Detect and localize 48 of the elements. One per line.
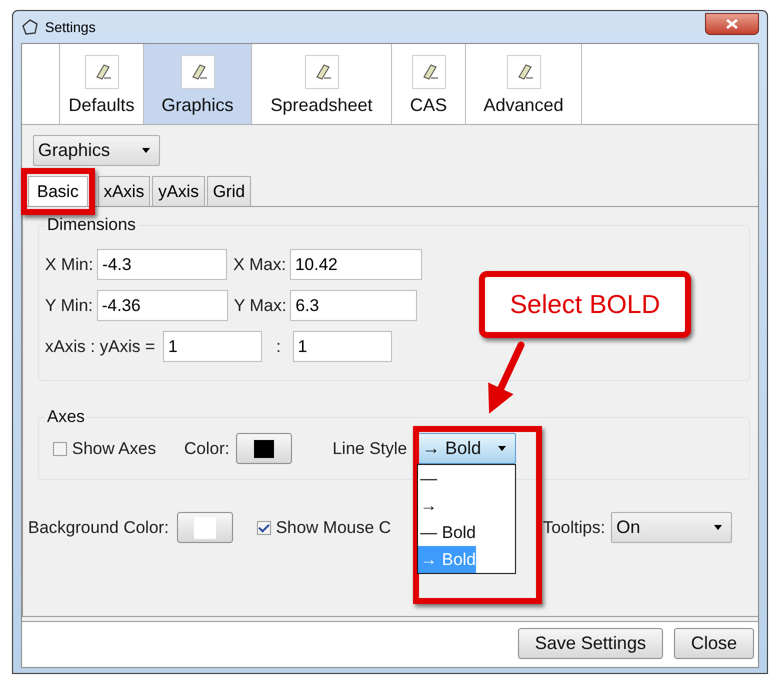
color-label: Color: — [184, 438, 230, 458]
close-button[interactable]: Close — [674, 628, 754, 659]
checkbox[interactable]: Show Axes — [53, 438, 156, 458]
group-title: Dimensions — [46, 215, 137, 235]
text-field[interactable]: -4.3 — [97, 249, 228, 280]
text-field[interactable]: -4.36 — [96, 290, 228, 321]
eraser-icon — [304, 55, 338, 89]
caret-icon — [141, 147, 151, 154]
text-field[interactable]: 6.3 — [290, 290, 418, 321]
field-label: X Min: — [45, 254, 94, 274]
color-button[interactable] — [236, 433, 292, 464]
close-icon — [726, 19, 738, 29]
callout-label: Select BOLD — [479, 271, 691, 338]
field-label: Y Min: — [45, 296, 93, 316]
tooltips-label: Tooltips: — [542, 518, 606, 538]
dropdown-option[interactable]: → — [418, 492, 438, 519]
close-button[interactable] — [705, 13, 759, 35]
eraser-icon — [506, 55, 540, 89]
tooltips-dropdown[interactable]: On — [611, 512, 732, 543]
eraser-icon — [84, 55, 118, 89]
caret-icon — [713, 524, 724, 531]
dropdown-option[interactable]: — Bold — [418, 519, 476, 546]
caret-icon — [497, 445, 508, 452]
field-label: xAxis : yAxis = — [45, 336, 156, 356]
checkbox[interactable]: Show Mouse C — [256, 518, 393, 538]
app-icon — [21, 18, 39, 36]
window-title: Settings — [45, 19, 96, 35]
subtab[interactable]: xAxis — [98, 176, 150, 206]
subtab[interactable]: Grid — [206, 176, 251, 206]
color-button[interactable] — [176, 512, 233, 543]
line-style-label: Line Style — [332, 438, 408, 458]
subtab[interactable]: Basic — [28, 176, 88, 206]
background-color-label: Background Color: — [28, 518, 169, 538]
eraser-icon — [180, 55, 214, 89]
field-label: Y Max: — [234, 296, 286, 316]
line-style-dropdown[interactable]: → Bold — [417, 433, 516, 464]
text-field[interactable]: 1 — [163, 331, 262, 362]
field-label: X Max: — [233, 254, 286, 274]
subtab[interactable]: yAxis — [152, 176, 205, 206]
text-field[interactable]: 10.42 — [290, 249, 422, 280]
save-button[interactable]: Save Settings — [518, 628, 663, 659]
field-label: : — [276, 336, 281, 356]
view-dropdown[interactable]: Graphics — [33, 135, 160, 166]
eraser-icon — [412, 55, 446, 89]
text-field[interactable]: 1 — [292, 331, 392, 362]
dropdown-option[interactable]: — — [418, 465, 438, 492]
group-title: Axes — [46, 407, 86, 427]
category-tab[interactable]: Graphics — [144, 44, 252, 124]
